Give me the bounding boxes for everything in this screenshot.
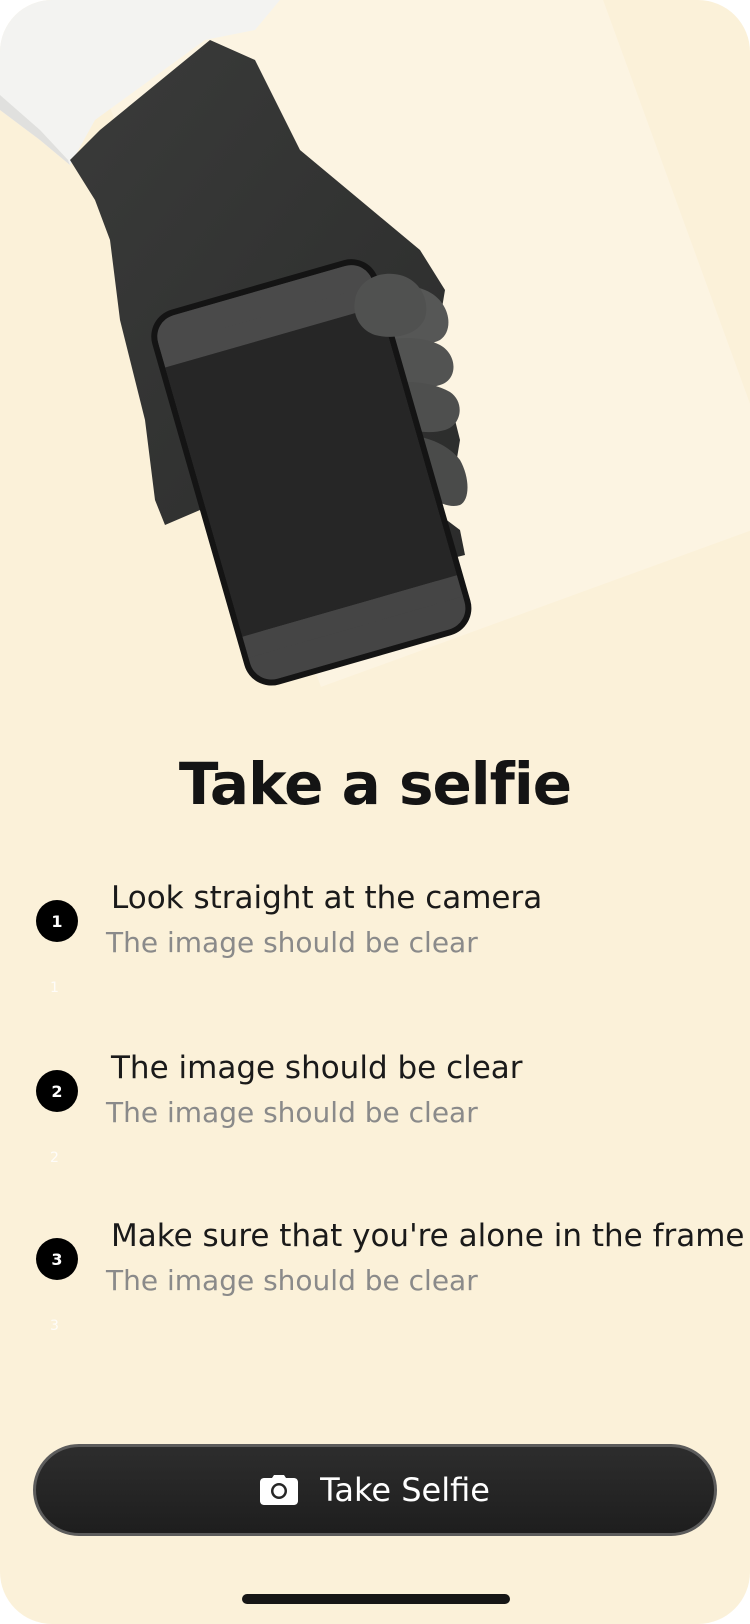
- step-number-badge: 2: [36, 1070, 78, 1112]
- instruction-step: 3 Make sure that you're alone in the fra…: [0, 1208, 750, 1358]
- camera-icon: [260, 1475, 299, 1505]
- step-number-badge: 1: [36, 900, 78, 942]
- step-title: Make sure that you're alone in the frame: [111, 1218, 745, 1254]
- step-title: Look straight at the camera: [111, 880, 543, 916]
- step-subtitle: The image should be clear: [106, 1096, 478, 1129]
- step-number-badge: 3: [36, 1238, 78, 1280]
- step-ghost-label: 3: [50, 1318, 59, 1334]
- instruction-step: 1 Look straight at the camera The image …: [0, 870, 750, 1020]
- step-subtitle: The image should be clear: [106, 1264, 478, 1297]
- home-indicator: [242, 1594, 510, 1604]
- take-selfie-button[interactable]: Take Selfie: [33, 1444, 717, 1536]
- step-title: The image should be clear: [111, 1050, 523, 1086]
- hero-illustration: [0, 0, 472, 686]
- take-selfie-button-label: Take Selfie: [320, 1471, 490, 1509]
- selfie-screen: Take a selfie 1 Look straight at the cam…: [0, 0, 750, 1624]
- step-ghost-label: 1: [50, 980, 59, 996]
- page-title: Take a selfie: [178, 750, 572, 818]
- step-ghost-label: 2: [50, 1150, 59, 1166]
- instruction-step: 2 The image should be clear The image sh…: [0, 1040, 750, 1190]
- step-subtitle: The image should be clear: [106, 926, 478, 959]
